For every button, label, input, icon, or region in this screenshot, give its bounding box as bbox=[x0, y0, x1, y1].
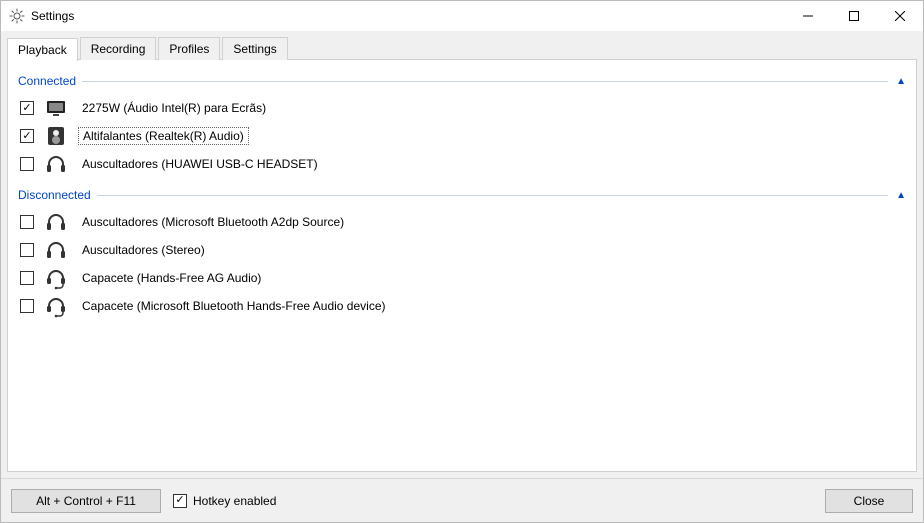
device-row[interactable]: Auscultadores (HUAWEI USB-C HEADSET) bbox=[18, 150, 906, 178]
hotkey-enabled-checkbox[interactable]: ✓ bbox=[173, 494, 187, 508]
device-label: Auscultadores (Stereo) bbox=[78, 242, 209, 258]
group-label: Connected bbox=[18, 74, 82, 88]
device-label: Altifalantes (Realtek(R) Audio) bbox=[78, 127, 249, 145]
tab-playback[interactable]: Playback bbox=[7, 38, 78, 61]
chevron-up-icon: ▲ bbox=[888, 76, 906, 87]
device-checkbox[interactable] bbox=[20, 243, 34, 257]
group-header-connected[interactable]: Connected ▲ bbox=[18, 74, 906, 88]
tab-strip: Playback Recording Profiles Settings bbox=[7, 37, 917, 60]
tab-panel-playback: Connected ▲ ✓ 2275W (Áudio Intel(R) para… bbox=[7, 59, 917, 472]
headphones-icon bbox=[44, 238, 68, 262]
device-checkbox[interactable] bbox=[20, 157, 34, 171]
device-checkbox[interactable]: ✓ bbox=[20, 101, 34, 115]
device-checkbox[interactable] bbox=[20, 299, 34, 313]
device-label: Auscultadores (HUAWEI USB-C HEADSET) bbox=[78, 156, 322, 172]
device-row[interactable]: ✓ 2275W (Áudio Intel(R) para Ecrãs) bbox=[18, 94, 906, 122]
device-checkbox[interactable] bbox=[20, 271, 34, 285]
device-row[interactable]: Auscultadores (Microsoft Bluetooth A2dp … bbox=[18, 208, 906, 236]
window-title: Settings bbox=[31, 9, 74, 23]
maximize-button[interactable] bbox=[831, 1, 877, 31]
headphones-icon bbox=[44, 210, 68, 234]
device-checkbox[interactable] bbox=[20, 215, 34, 229]
device-row[interactable]: ✓ Altifalantes (Realtek(R) Audio) bbox=[18, 122, 906, 150]
device-checkbox[interactable]: ✓ bbox=[20, 129, 34, 143]
device-label: Auscultadores (Microsoft Bluetooth A2dp … bbox=[78, 214, 348, 230]
hotkey-enabled-row: ✓ Hotkey enabled bbox=[173, 494, 276, 508]
device-label: 2275W (Áudio Intel(R) para Ecrãs) bbox=[78, 100, 270, 116]
group-divider bbox=[82, 81, 888, 82]
chevron-up-icon: ▲ bbox=[888, 190, 906, 201]
speaker-icon bbox=[44, 124, 68, 148]
group-header-disconnected[interactable]: Disconnected ▲ bbox=[18, 188, 906, 202]
group-label: Disconnected bbox=[18, 188, 97, 202]
monitor-icon bbox=[44, 96, 68, 120]
minimize-button[interactable] bbox=[785, 1, 831, 31]
titlebar: Settings bbox=[1, 1, 923, 31]
tab-settings[interactable]: Settings bbox=[222, 37, 287, 60]
headphones-icon bbox=[44, 152, 68, 176]
footer: Alt + Control + F11 ✓ Hotkey enabled Clo… bbox=[1, 478, 923, 522]
tab-profiles[interactable]: Profiles bbox=[158, 37, 220, 60]
hotkey-input[interactable]: Alt + Control + F11 bbox=[11, 489, 161, 513]
group-divider bbox=[97, 195, 888, 196]
hotkey-enabled-label: Hotkey enabled bbox=[193, 494, 276, 508]
headset-icon bbox=[44, 294, 68, 318]
device-label: Capacete (Microsoft Bluetooth Hands-Free… bbox=[78, 298, 390, 314]
device-row[interactable]: Capacete (Microsoft Bluetooth Hands-Free… bbox=[18, 292, 906, 320]
device-row[interactable]: Auscultadores (Stereo) bbox=[18, 236, 906, 264]
gear-icon bbox=[9, 8, 25, 24]
headset-icon bbox=[44, 266, 68, 290]
device-label: Capacete (Hands-Free AG Audio) bbox=[78, 270, 265, 286]
device-row[interactable]: Capacete (Hands-Free AG Audio) bbox=[18, 264, 906, 292]
tab-recording[interactable]: Recording bbox=[80, 37, 157, 60]
content-area: Playback Recording Profiles Settings Con… bbox=[1, 31, 923, 478]
close-window-button[interactable] bbox=[877, 1, 923, 31]
close-button[interactable]: Close bbox=[825, 489, 913, 513]
